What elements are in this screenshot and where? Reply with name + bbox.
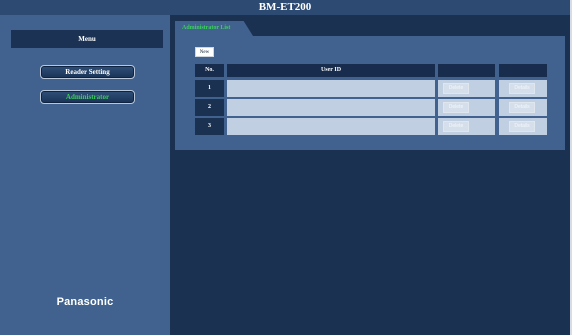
- row-number: 2: [195, 99, 224, 116]
- app-window: BM-ET200 Menu Reader Setting Administrat…: [0, 0, 572, 335]
- table-row: Details: [499, 80, 547, 97]
- row-number: 3: [195, 118, 224, 135]
- table-row: Delete: [438, 80, 495, 97]
- user-id-cell: [227, 118, 435, 135]
- menu-header: Menu: [11, 30, 163, 48]
- tab-administrator-list[interactable]: Administrator List: [175, 21, 253, 36]
- table-row: Details: [499, 99, 547, 116]
- column-header-details: [499, 64, 547, 77]
- row-number: 1: [195, 80, 224, 97]
- user-id-cell: [227, 80, 435, 97]
- delete-button[interactable]: Delete: [443, 102, 469, 113]
- delete-button[interactable]: Delete: [443, 83, 469, 94]
- table-row: Delete: [438, 118, 495, 135]
- table-row: Delete: [438, 99, 495, 116]
- sidebar: Menu Reader Setting Administrator Panaso…: [0, 15, 170, 335]
- details-button[interactable]: Details: [509, 83, 535, 94]
- user-id-cell: [227, 99, 435, 116]
- table-row: Details: [499, 118, 547, 135]
- delete-button[interactable]: Delete: [443, 121, 469, 132]
- new-button[interactable]: New: [195, 47, 214, 57]
- panasonic-logo: Panasonic: [56, 296, 114, 308]
- column-header-delete: [438, 64, 495, 77]
- column-header-no: No.: [195, 64, 224, 77]
- app-title: BM-ET200: [0, 0, 570, 15]
- administrator-button[interactable]: Administrator: [40, 90, 135, 104]
- column-header-user-id: User ID: [227, 64, 435, 77]
- reader-setting-button[interactable]: Reader Setting: [40, 65, 135, 79]
- administrator-list-panel: New No. User ID 1 Delete Details 2 Delet…: [175, 36, 565, 150]
- details-button[interactable]: Details: [509, 102, 535, 113]
- main-content: Administrator List New No. User ID 1 Del…: [170, 15, 570, 335]
- details-button[interactable]: Details: [509, 121, 535, 132]
